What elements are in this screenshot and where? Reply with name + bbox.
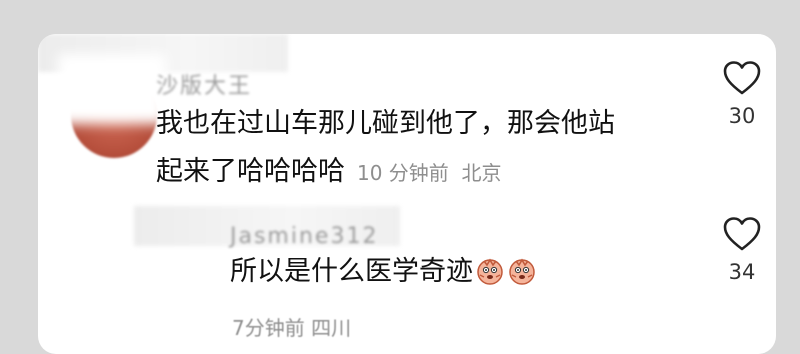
reply-text: 所以是什么医学奇迹 [230, 256, 473, 287]
heart-icon[interactable] [722, 60, 762, 96]
scared-face-emoji-icon [509, 258, 535, 285]
comment-like[interactable]: 30 [720, 60, 764, 128]
avatar-mask [58, 54, 166, 124]
scared-face-emoji-icon [477, 258, 503, 285]
reply-time: 7分钟前 [232, 316, 305, 340]
comment-username[interactable]: 沙版大王 [156, 68, 252, 100]
reply-text-row: 所以是什么医学奇迹 [230, 248, 537, 296]
like-count: 34 [728, 260, 756, 284]
comment-text-line1: 我也在过山车那儿碰到他了，那会他站 [156, 108, 615, 139]
comment-text-line2: 起来了哈哈哈哈 [156, 156, 345, 187]
comment-meta: 10 分钟前 北京 [357, 161, 502, 185]
like-count: 30 [728, 104, 756, 128]
heart-icon[interactable] [722, 216, 762, 252]
comment-card: 沙版大王 我也在过山车那儿碰到他了，那会他站 起来了哈哈哈哈 10 分钟前 北京 … [38, 34, 776, 354]
reply-like[interactable]: 34 [720, 216, 764, 284]
reply-location: 四川 [311, 316, 352, 340]
comment-time: 10 分钟前 [357, 161, 449, 185]
comment-text-line2-row: 起来了哈哈哈哈 10 分钟前 北京 [156, 148, 615, 197]
comment-text: 我也在过山车那儿碰到他了，那会他站 起来了哈哈哈哈 10 分钟前 北京 [156, 100, 615, 197]
reply-username[interactable]: Jasmine312 [230, 224, 378, 249]
comment-location: 北京 [461, 161, 502, 185]
